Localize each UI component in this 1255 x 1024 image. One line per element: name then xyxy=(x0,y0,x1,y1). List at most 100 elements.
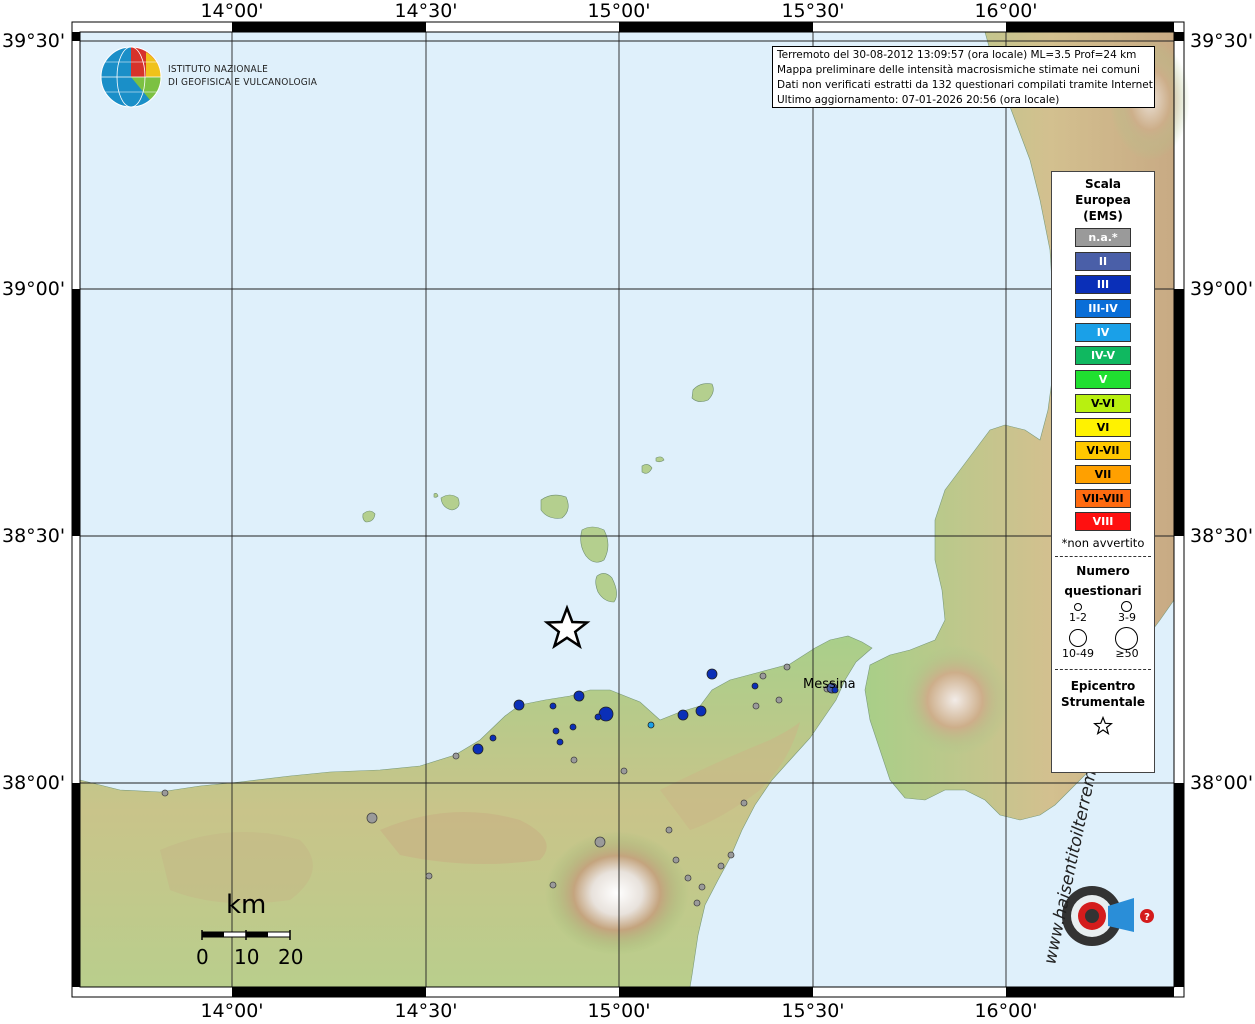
obs-point xyxy=(727,851,735,859)
legend-item-ii: II xyxy=(1075,251,1131,271)
ingv-logo-text: ISTITUTO NAZIONALE DI GEOFISICA E VULCAN… xyxy=(168,63,317,89)
legend-title-line: (EMS) xyxy=(1083,209,1123,223)
legend-item-vii: VII xyxy=(1075,464,1131,484)
event-info-line: Ultimo aggiornamento: 07-01-2026 20:56 (… xyxy=(777,94,1060,106)
obs-point xyxy=(161,789,169,797)
event-info-line: Terremoto del 30-08-2012 13:09:57 (ora l… xyxy=(777,49,1137,61)
legend-intensity-list: n.a.* II III III-IV IV IV-V V V-VI VI VI-VII VII VI… xyxy=(1052,228,1154,532)
obs-point xyxy=(513,699,525,711)
count-label: 1-2 xyxy=(1069,610,1087,624)
obs-point xyxy=(740,799,748,807)
obs-point xyxy=(552,727,560,735)
legend-count-title-line: Numero xyxy=(1076,563,1130,578)
alicudi-rock xyxy=(433,493,439,498)
legend-epi-line: Epicentro xyxy=(1070,678,1136,693)
scale-label-10: 10 xyxy=(234,945,260,969)
lon-top-14-00: 14°00' xyxy=(200,0,264,22)
ingv-logo-line: DI GEOFISICA E VULCANOLOGIA xyxy=(168,77,318,88)
obs-point xyxy=(569,723,577,731)
obs-point xyxy=(570,756,578,764)
obs-point xyxy=(594,836,606,848)
obs-point xyxy=(706,668,718,680)
obs-point xyxy=(665,826,673,834)
legend-epicenter-title: Epicentro Strumentale xyxy=(1052,678,1154,710)
legend-item-n-a: n.a.* xyxy=(1075,228,1131,247)
obs-point xyxy=(594,713,602,721)
legend-item-iii-iv: III-IV xyxy=(1075,299,1131,319)
obs-point xyxy=(472,743,484,755)
obs-point xyxy=(677,709,689,721)
legend-panel: Scala Europea (EMS) n.a.* II III III-IV IV IV… xyxy=(1051,171,1155,773)
lon-top-14-30: 14°30' xyxy=(394,0,458,22)
legend-count-title-line: questionari xyxy=(1064,583,1142,598)
legend-count-row: 10-49 ≥50 xyxy=(1052,626,1154,663)
etna-relief xyxy=(545,831,689,955)
legend-epi-line: Strumentale xyxy=(1060,694,1146,709)
star-icon xyxy=(1092,715,1114,735)
ingv-logo-globe xyxy=(100,46,162,108)
legend-item-vi: VI xyxy=(1075,417,1131,437)
count-label: ≥50 xyxy=(1115,646,1139,660)
lat-left-38-30: 38°30' xyxy=(2,525,66,547)
scale-label-0: 0 xyxy=(196,945,209,969)
lat-left-39-30: 39°30' xyxy=(2,30,66,52)
legend-item-iv: IV xyxy=(1075,322,1131,342)
obs-point xyxy=(693,899,701,907)
obs-point xyxy=(620,767,628,775)
obs-point xyxy=(752,702,760,710)
obs-point xyxy=(695,705,707,717)
legend-item-v-vi: V-VI xyxy=(1075,393,1131,413)
lat-right-38-30: 38°30' xyxy=(1190,525,1254,547)
lat-right-38-00: 38°00' xyxy=(1190,772,1254,794)
obs-point xyxy=(751,682,759,690)
count-circle-10-49 xyxy=(1069,628,1087,647)
count-label: 10-49 xyxy=(1062,646,1094,660)
obs-point xyxy=(759,672,767,680)
legend-item-vi-vii: VI-VII xyxy=(1075,441,1131,461)
ingv-logo-line: ISTITUTO NAZIONALE xyxy=(168,64,268,75)
obs-point xyxy=(717,862,725,870)
legend-divider xyxy=(1055,668,1151,670)
lat-right-39-30: 39°30' xyxy=(1190,30,1254,52)
scale-unit: km xyxy=(226,890,267,920)
legend-count-row: 1-2 3-9 xyxy=(1052,600,1154,627)
obs-point xyxy=(783,663,791,671)
legend-note: *non avvertito xyxy=(1061,535,1145,550)
count-label: 3-9 xyxy=(1118,610,1136,624)
legend-title: Scala Europea (EMS) xyxy=(1052,176,1154,224)
count-circle-1-2 xyxy=(1074,602,1082,611)
legend-item-vii-viii: VII-VIII xyxy=(1075,488,1131,508)
city-label-messina: Messina xyxy=(803,677,856,692)
obs-point xyxy=(698,883,706,891)
obs-point xyxy=(489,734,497,742)
legend-title-line: Europea xyxy=(1075,193,1131,207)
legend-title-line: Scala xyxy=(1084,177,1122,191)
obs-point xyxy=(684,874,692,882)
points-iv xyxy=(647,721,655,729)
obs-point xyxy=(573,690,585,702)
legend-divider xyxy=(1055,555,1151,557)
lon-bottom-14-30: 14°30' xyxy=(394,1000,458,1022)
legend-item-iv-v: IV-V xyxy=(1075,346,1131,366)
lat-left-39-00: 39°00' xyxy=(2,278,66,300)
lon-top-15-00: 15°00' xyxy=(587,0,651,22)
lon-top-15-30: 15°30' xyxy=(781,0,845,22)
obs-point xyxy=(549,702,557,710)
lon-top-16-00: 16°00' xyxy=(974,0,1038,22)
legend-count-title: Numero questionari xyxy=(1052,561,1154,601)
lon-bottom-16-00: 16°00' xyxy=(974,1000,1038,1022)
obs-point xyxy=(647,721,655,729)
scale-label-20: 20 xyxy=(278,945,304,969)
legend-item-viii: VIII xyxy=(1075,512,1131,532)
obs-point xyxy=(425,872,433,880)
aspromonte-relief xyxy=(900,645,1010,755)
obs-point xyxy=(775,696,783,704)
event-info-line: Mappa preliminare delle intensità macros… xyxy=(777,64,1140,76)
lat-left-38-00: 38°00' xyxy=(2,772,66,794)
obs-point xyxy=(549,881,557,889)
legend-epicenter-symbol xyxy=(1052,715,1154,740)
svg-text:?: ? xyxy=(1144,912,1150,923)
obs-point xyxy=(452,752,460,760)
obs-point xyxy=(366,812,378,824)
legend-item-iii: III xyxy=(1075,275,1131,295)
